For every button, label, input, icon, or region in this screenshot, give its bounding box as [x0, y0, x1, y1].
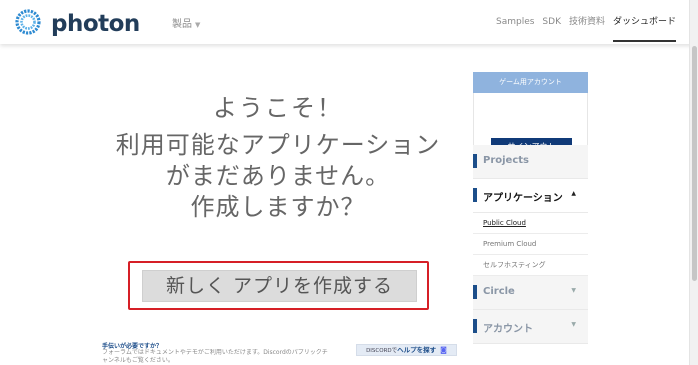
- sidebar-item-applications-label: アプリケーション: [483, 193, 563, 204]
- help-text-line-2: ャンネルもご覧ください。: [102, 357, 174, 364]
- nav-links: Samples SDK 技術資料 ダッシュボード: [488, 0, 677, 44]
- sidebar-subitem-self-hosting[interactable]: セルフホスティング: [473, 255, 588, 276]
- page: photon 製品 ▼ Samples SDK 技術資料 ダッシュボード ようこそ…: [0, 0, 698, 365]
- sidebar-item-applications[interactable]: アプリケーション ▲: [473, 179, 588, 213]
- sidebar-item-account-label: アカウント: [483, 324, 533, 335]
- nav-link-dashboard[interactable]: ダッシュボード: [612, 0, 677, 44]
- photon-logo[interactable]: photon: [12, 7, 140, 41]
- brand-name: photon: [51, 11, 140, 37]
- top-header: photon 製品 ▼ Samples SDK 技術資料 ダッシュボード: [0, 0, 698, 44]
- account-header: ゲーム用アカウント: [473, 72, 588, 93]
- chevron-down-icon: ▼: [195, 21, 201, 29]
- nav-link-docs[interactable]: 技術資料: [569, 0, 605, 44]
- sidebar-item-projects-label: Projects: [483, 155, 530, 166]
- nav-products-label: 製品: [172, 19, 192, 30]
- sidebar-item-account[interactable]: アカウント ▼: [473, 310, 588, 344]
- sidebar-subitem-premium-cloud[interactable]: Premium Cloud: [473, 234, 588, 255]
- create-app-button[interactable]: 新しく アプリを作成する: [142, 270, 417, 302]
- no-app-line-1: 利用可能なアプリケーション: [115, 131, 441, 159]
- nav-link-samples[interactable]: Samples: [496, 0, 534, 44]
- sidebar-item-circle[interactable]: Circle ▼: [473, 276, 588, 310]
- photon-logo-icon: [12, 7, 48, 41]
- discord-bold-label: ヘルプを探す: [397, 346, 437, 354]
- signout-area: サインアウト: [473, 93, 588, 155]
- no-app-line-2: がまだありません。: [165, 162, 391, 190]
- chevron-down-icon: ▼: [571, 321, 576, 328]
- sidebar-item-projects[interactable]: Projects: [473, 145, 588, 179]
- discord-icon: ◙: [440, 346, 447, 354]
- discord-prefix: DISCORDで: [366, 348, 398, 354]
- circle-accent-bar: [473, 285, 477, 299]
- chevron-down-icon: ▼: [571, 287, 576, 294]
- no-app-line-3: 作成しますか？: [190, 193, 366, 221]
- sidebar-item-circle-label: Circle: [483, 286, 515, 297]
- vertical-scrollbar[interactable]: [689, 0, 698, 365]
- discord-help-button[interactable]: DISCORDでヘルプを探す ◙: [356, 344, 457, 356]
- help-text-line-1: フォーラムではドキュメントやデモがご利用いただけます。Discordのパブリック…: [102, 349, 328, 356]
- sidebar: ゲーム用アカウント サインアウト Projects アプリケーション ▲ Pub…: [473, 72, 588, 344]
- help-text: フォーラムではドキュメントやデモがご利用いただけます。Discordのパブリック…: [102, 349, 354, 365]
- welcome-heading: ようこそ！: [213, 94, 343, 122]
- scrollbar-thumb[interactable]: [692, 46, 697, 281]
- nav-products-menu[interactable]: 製品 ▼: [172, 15, 200, 30]
- account-accent-bar: [473, 319, 477, 333]
- projects-accent-bar: [473, 154, 477, 168]
- nav-link-sdk[interactable]: SDK: [542, 0, 561, 44]
- applications-accent-bar: [473, 188, 477, 202]
- chevron-up-icon: ▲: [571, 190, 576, 197]
- sidebar-subitem-public-cloud[interactable]: Public Cloud: [473, 213, 588, 234]
- no-app-message: 利用可能なアプリケーション がまだありません。 作成しますか？: [98, 130, 458, 223]
